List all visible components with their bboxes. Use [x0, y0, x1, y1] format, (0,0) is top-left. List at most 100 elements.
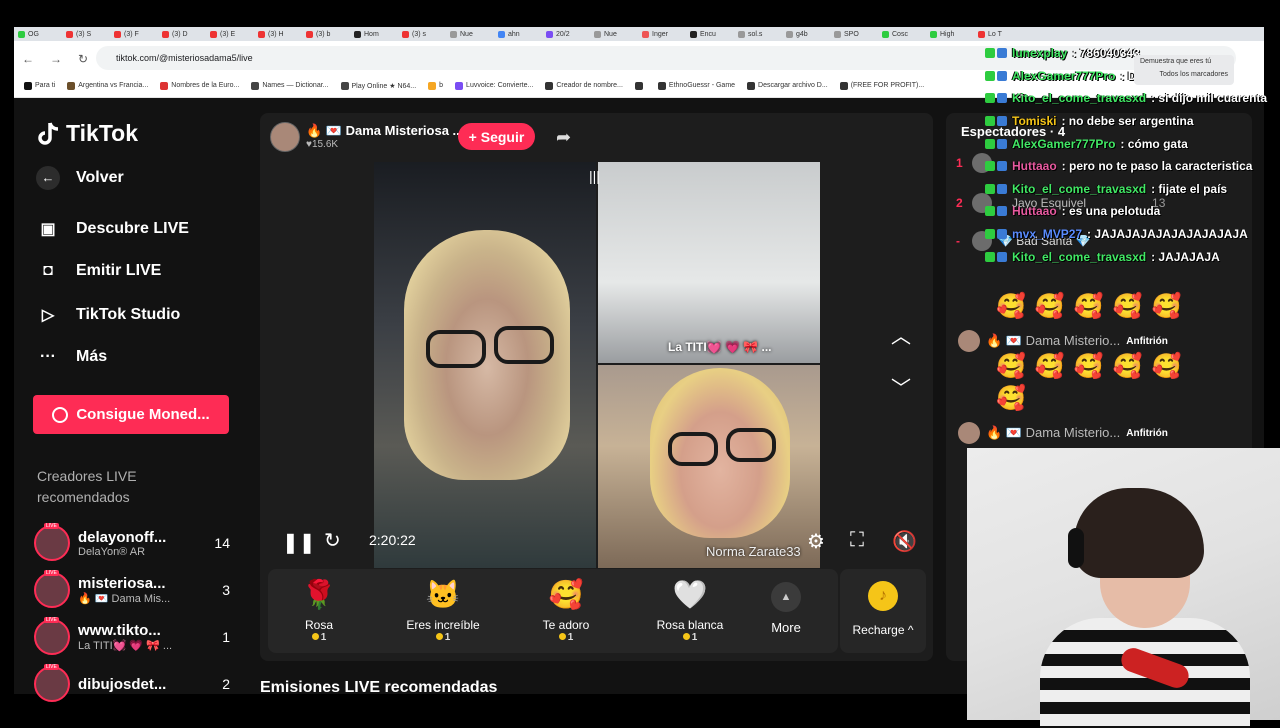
back-circle-icon: ←	[36, 166, 60, 190]
tab-title: High	[940, 30, 955, 38]
cohost-video-top[interactable]	[598, 162, 820, 363]
creator-name: misteriosa...	[78, 575, 166, 592]
browser-tab[interactable]: (3) b	[302, 27, 350, 41]
chat-emoji-row: 🥰 🥰 🥰 🥰 🥰	[996, 292, 1181, 321]
recharge-button[interactable]: ♪ Recharge ^	[840, 569, 926, 653]
bookmark-item[interactable]: EthnoGuessr - Game	[657, 81, 735, 90]
tab-favicon-icon	[306, 30, 313, 38]
browser-tab[interactable]: (3) S	[62, 27, 110, 41]
previous-stream-icon[interactable]: ︿	[891, 320, 911, 349]
tab-favicon-icon	[210, 30, 217, 38]
pause-icon[interactable]: ❚❚	[282, 530, 316, 555]
browser-tab[interactable]: Nue	[446, 27, 494, 41]
bookmark-item[interactable]: Names — Dictionar...	[251, 81, 329, 90]
nav-buttons: ← → ↻	[22, 52, 88, 66]
browser-tab[interactable]: High	[926, 27, 974, 41]
stream-chat-line: Kito_el_come_travasxd: fijate el país	[985, 178, 1280, 201]
back-button[interactable]: ← Volver	[36, 166, 124, 190]
browser-tab[interactable]: (3) s	[398, 27, 446, 41]
creator-name: delayonoff...	[78, 528, 167, 546]
heart-face-icon: 🥰	[996, 353, 1026, 380]
mute-icon[interactable]: 🔇	[892, 529, 917, 554]
tab-strip[interactable]: OG (3) S (3) F (3) D (3) E (3) H (3) b Hom (3) s…	[14, 27, 1264, 41]
creator-item[interactable]: LIVE www.tikto... La TITI💓 💗 🎀 ... 1	[34, 617, 230, 655]
browser-tab[interactable]: Nue	[590, 27, 638, 41]
gift-te-adoro[interactable]: 🥰 Te adoro 1	[516, 578, 616, 643]
tab-title: (3) D	[172, 30, 188, 38]
tiktok-logo[interactable]: TikTok	[36, 120, 138, 147]
gift-price: 1	[640, 632, 740, 643]
browser-tab[interactable]: (3) F	[110, 27, 158, 41]
bookmark-item[interactable]: Play Online ★ N64...	[340, 81, 416, 90]
browser-tab[interactable]: SPO	[830, 27, 878, 41]
bookmark-item[interactable]: Descargar archivo D...	[747, 81, 828, 90]
tab-title: Cosc	[892, 30, 908, 38]
heart-face-icon: 🥰	[1112, 353, 1143, 380]
chat-badge-icon	[985, 70, 995, 81]
live-badge: LIVE	[44, 617, 59, 623]
browser-tab[interactable]: (3) H	[254, 27, 302, 41]
bookmark-item[interactable]: Nombres de la Euro...	[160, 81, 239, 90]
nav-descubre-live[interactable]: ▣ Descubre LIVE	[36, 219, 189, 239]
browser-tab[interactable]: Hom	[350, 27, 398, 41]
browser-tab[interactable]: ahn	[494, 27, 542, 41]
creator-item[interactable]: LIVE delayonoff... DelaYon® AR 14	[34, 523, 230, 561]
gift-rosa[interactable]: 🌹 Rosa 1	[269, 578, 369, 643]
forward-arrow-icon[interactable]: →	[50, 52, 62, 66]
chat-host-message[interactable]: 🔥 💌 Dama Misterio... Anfitrión	[958, 422, 1168, 444]
settings-icon[interactable]: ⚙	[807, 529, 825, 554]
bookmark-item[interactable]: Para ti	[24, 81, 55, 90]
back-arrow-icon[interactable]: ←	[22, 52, 34, 66]
chat-badge-icon	[985, 138, 995, 149]
host-avatar[interactable]	[270, 122, 300, 152]
tab-favicon-icon	[402, 30, 409, 38]
stream-chat-line: Kito_el_come_travasxd: JAJAJAJA	[985, 245, 1280, 268]
browser-tab[interactable]: OG	[14, 27, 62, 41]
more-gifts-button[interactable]: ▲ More	[760, 582, 812, 635]
fullscreen-icon[interactable]: ⛶	[850, 529, 864, 552]
chat-host-message[interactable]: 🔥 💌 Dama Misterio... Anfitrión	[958, 330, 1168, 352]
gift-eres-increible[interactable]: 🐱 Eres increíble 1	[393, 578, 493, 643]
bookmark-item[interactable]	[634, 81, 646, 90]
nav-mas[interactable]: ··· Más	[36, 348, 107, 366]
bookmark-item[interactable]: b	[428, 81, 443, 90]
chat-message: : fijate el país	[1151, 181, 1228, 196]
get-coins-button[interactable]: Consigue Moned...	[33, 395, 229, 434]
gift-rosa-blanca[interactable]: 🤍 Rosa blanca 1	[640, 578, 740, 643]
bookmark-item[interactable]: Creador de nombre...	[545, 81, 623, 90]
nav-emitir-live[interactable]: ◘ Emitir LIVE	[36, 262, 161, 280]
verify-popup[interactable]: Demuestra que eres tú Todos los marcador…	[1134, 55, 1234, 85]
heart-face-icon: 🥰	[1034, 353, 1065, 380]
chat-badge-icon	[997, 116, 1007, 127]
browser-tab[interactable]: Lo T	[974, 27, 1022, 41]
next-stream-icon[interactable]: ﹀	[891, 372, 911, 401]
reload-icon[interactable]: ↻	[78, 52, 88, 66]
browser-tab[interactable]: Encu	[686, 27, 734, 41]
browser-tab[interactable]: 20/2	[542, 27, 590, 41]
rank: 2	[956, 196, 963, 210]
chat-message: : pero no te paso la caracteristica	[1061, 159, 1253, 174]
bookmark-item[interactable]: (FREE FOR PROFIT)...	[839, 81, 924, 90]
coin-icon	[435, 633, 443, 640]
share-icon[interactable]: ➦	[556, 127, 571, 148]
tab-title: sol.s	[748, 30, 763, 38]
nav-tiktok-studio[interactable]: ▷ TikTok Studio	[36, 305, 180, 325]
browser-tab[interactable]: Cosc	[878, 27, 926, 41]
browser-tab[interactable]: Inger	[638, 27, 686, 41]
browser-tab[interactable]: g4b	[782, 27, 830, 41]
browser-tab[interactable]: sol.s	[734, 27, 782, 41]
creator-item[interactable]: LIVE misteriosa... 🔥 💌 Dama Mis... 3	[34, 570, 230, 608]
bookmark-item[interactable]: Luvvoice: Convierte...	[455, 81, 533, 90]
bookmark-item[interactable]: Argentina vs Francia...	[67, 81, 148, 90]
browser-tab[interactable]: (3) E	[206, 27, 254, 41]
rank: 1	[956, 156, 963, 170]
refresh-icon[interactable]: ↻	[324, 528, 341, 553]
follow-button[interactable]: + Seguir	[458, 123, 535, 150]
tab-title: ahn	[508, 30, 520, 38]
creator-item[interactable]: LIVE dibujosdet... 2	[34, 664, 230, 702]
stream-chat-line: Huttaao: es una pelotuda	[985, 200, 1280, 223]
chat-badge-icon	[997, 48, 1007, 59]
browser-tab[interactable]: (3) D	[158, 27, 206, 41]
host-name[interactable]: 🔥 💌 Dama Misteriosa ...	[306, 123, 463, 139]
avatar: LIVE	[34, 617, 70, 655]
